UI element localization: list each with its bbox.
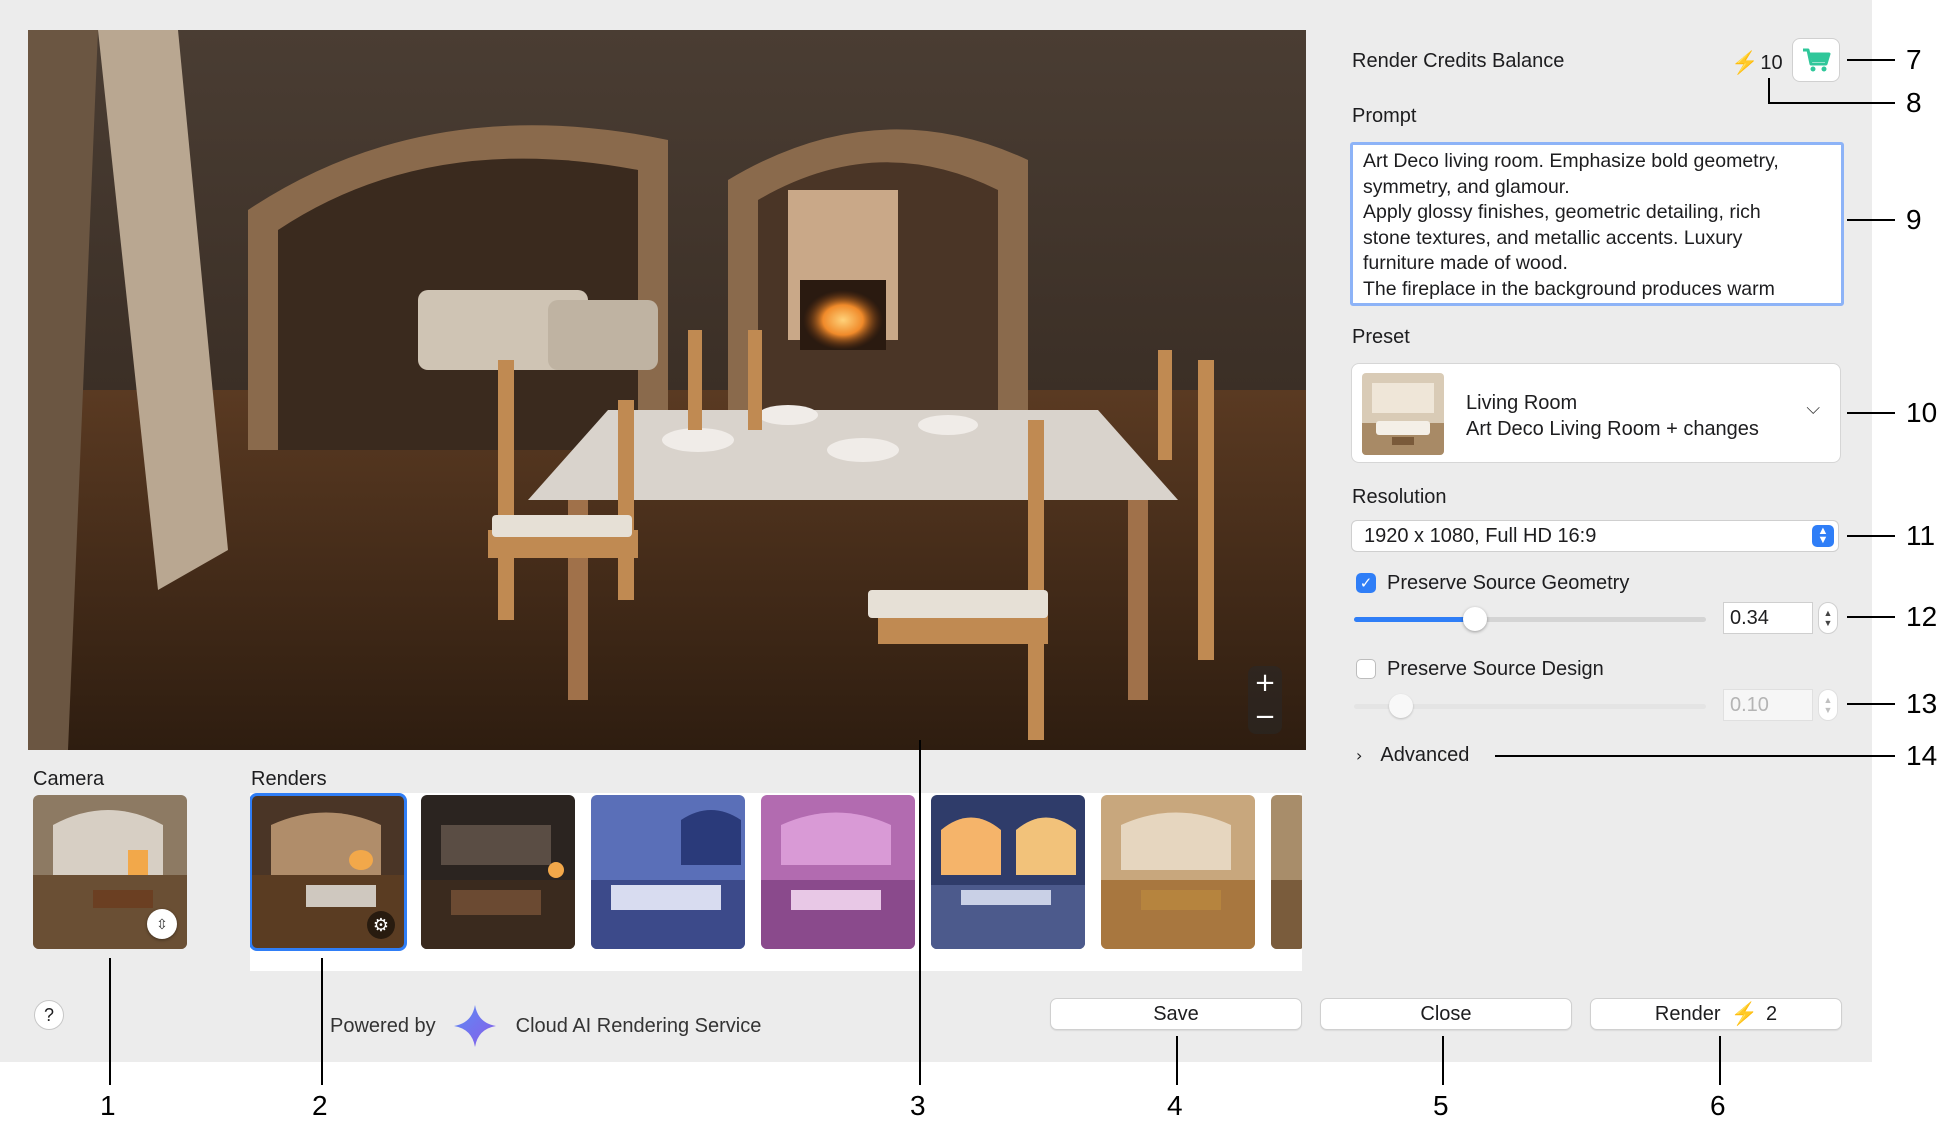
geometry-slider-knob[interactable] — [1463, 607, 1487, 631]
bolt-icon: ⚡ — [1730, 1001, 1758, 1026]
design-slider[interactable] — [1354, 694, 1706, 718]
up-down-arrows-icon: ▲ ▼ — [1812, 525, 1834, 547]
preserve-geometry-checkbox[interactable]: ✓ — [1356, 573, 1376, 593]
render-cost: 2 — [1765, 1002, 1778, 1025]
prompt-line: furniture made of wood. — [1363, 252, 1568, 274]
callout-2: 2 — [312, 1090, 328, 1121]
preserve-geometry-label: Preserve Source Geometry — [1387, 572, 1630, 594]
callout-5: 5 — [1433, 1090, 1449, 1121]
preset-title: Living Room — [1466, 392, 1578, 414]
render-button-label: Render — [1654, 1002, 1721, 1025]
zoom-in-button[interactable]: + — [1254, 670, 1276, 696]
chevron-right-icon: › — [1356, 746, 1363, 765]
preset-subtitle: Art Deco Living Room + changes — [1466, 418, 1759, 440]
render-thumbnail[interactable] — [761, 795, 915, 949]
credits-value: 10 — [1760, 51, 1783, 74]
design-value-field[interactable]: 0.10 — [1723, 689, 1813, 721]
camera-label: Camera — [33, 768, 105, 790]
zoom-control: + − — [1248, 666, 1282, 734]
camera-switch-icon[interactable]: ⇳ — [147, 909, 177, 939]
render-thumbnail[interactable] — [1271, 795, 1302, 949]
callout-4: 4 — [1167, 1090, 1183, 1121]
preset-dropdown[interactable]: Living Room Art Deco Living Room + chang… — [1351, 363, 1841, 463]
save-button[interactable]: Save — [1050, 998, 1302, 1030]
render-button[interactable]: Render ⚡ 2 — [1590, 998, 1842, 1030]
geometry-slider[interactable] — [1354, 607, 1706, 631]
prompt-line: stone textures, and metallic accents. Lu… — [1363, 226, 1743, 249]
renders-label: Renders — [251, 768, 327, 790]
render-viewport[interactable]: + − — [28, 30, 1306, 750]
prompt-line: Art Deco living room. Emphasize bold geo… — [1363, 150, 1779, 172]
prompt-line: Apply glossy finishes, geometric detaili… — [1363, 201, 1761, 223]
callout-3: 3 — [910, 1090, 926, 1121]
bolt-icon: ⚡ — [1731, 50, 1759, 75]
render-preview-image — [28, 30, 1306, 750]
geometry-value-field[interactable]: 0.34 — [1723, 602, 1813, 634]
zoom-out-button[interactable]: − — [1254, 704, 1276, 730]
service-name: Cloud AI Rendering Service — [515, 1014, 762, 1037]
gear-icon[interactable]: ⚙ — [367, 911, 395, 939]
geometry-stepper[interactable]: ▲ ▼ — [1818, 602, 1838, 634]
credits-balance: ⚡ 10 — [1731, 50, 1783, 76]
prompt-line: symmetry, and glamour. — [1363, 175, 1570, 198]
design-stepper[interactable]: ▲ ▼ — [1818, 689, 1838, 721]
render-thumbnail[interactable] — [931, 795, 1085, 949]
callout-14: 14 — [1906, 740, 1938, 771]
render-dialog: + − Camera ⇳ Renders ⚙ ? Powered by Clou… — [0, 0, 1872, 1062]
advanced-disclosure[interactable]: › Advanced — [1356, 744, 1469, 767]
cart-icon — [1803, 48, 1831, 72]
camera-thumbnail[interactable]: ⇳ — [33, 795, 187, 949]
prompt-textarea[interactable]: Art Deco living room. Emphasize bold geo… — [1350, 142, 1844, 306]
powered-by: Powered by Cloud AI Rendering Service — [330, 1003, 761, 1049]
render-thumbnail[interactable] — [421, 795, 575, 949]
powered-by-label: Powered by — [330, 1014, 436, 1037]
resolution-label: Resolution — [1352, 486, 1447, 508]
preset-label: Preset — [1352, 326, 1410, 348]
render-thumbnail[interactable] — [591, 795, 745, 949]
prompt-line: The fireplace in the background produces… — [1363, 277, 1775, 300]
callout-11: 11 — [1906, 520, 1936, 551]
preserve-design-checkbox[interactable] — [1356, 659, 1376, 679]
resolution-value: 1920 x 1080, Full HD 16:9 — [1364, 525, 1597, 547]
close-button[interactable]: Close — [1320, 998, 1572, 1030]
advanced-label: Advanced — [1380, 744, 1470, 766]
geometry-slider-fill — [1354, 617, 1475, 622]
callout-13: 13 — [1906, 688, 1938, 719]
resolution-select[interactable]: 1920 x 1080, Full HD 16:9 ▲ ▼ — [1351, 520, 1839, 552]
callout-8: 8 — [1906, 87, 1922, 118]
preset-text: Living Room Art Deco Living Room + chang… — [1466, 390, 1759, 442]
buy-credits-button[interactable] — [1792, 38, 1840, 82]
render-thumbnail[interactable]: ⚙ — [250, 793, 407, 951]
sparkle-icon — [453, 1005, 496, 1047]
callout-6: 6 — [1710, 1090, 1726, 1121]
preset-thumbnail — [1362, 373, 1444, 455]
help-button[interactable]: ? — [34, 1000, 64, 1030]
render-thumbnail[interactable] — [1101, 795, 1255, 949]
preserve-design-label: Preserve Source Design — [1387, 658, 1604, 680]
callout-7: 7 — [1906, 44, 1922, 75]
credits-label: Render Credits Balance — [1352, 50, 1565, 72]
callout-10: 10 — [1906, 397, 1938, 428]
prompt-label: Prompt — [1352, 105, 1417, 127]
callout-1: 1 — [100, 1090, 116, 1121]
chevron-down-icon: ⌵ — [1806, 398, 1820, 418]
renders-strip[interactable]: ⚙ — [250, 793, 1302, 971]
callout-12: 12 — [1906, 601, 1938, 632]
callout-9: 9 — [1906, 204, 1922, 235]
design-slider-knob[interactable] — [1389, 694, 1413, 718]
